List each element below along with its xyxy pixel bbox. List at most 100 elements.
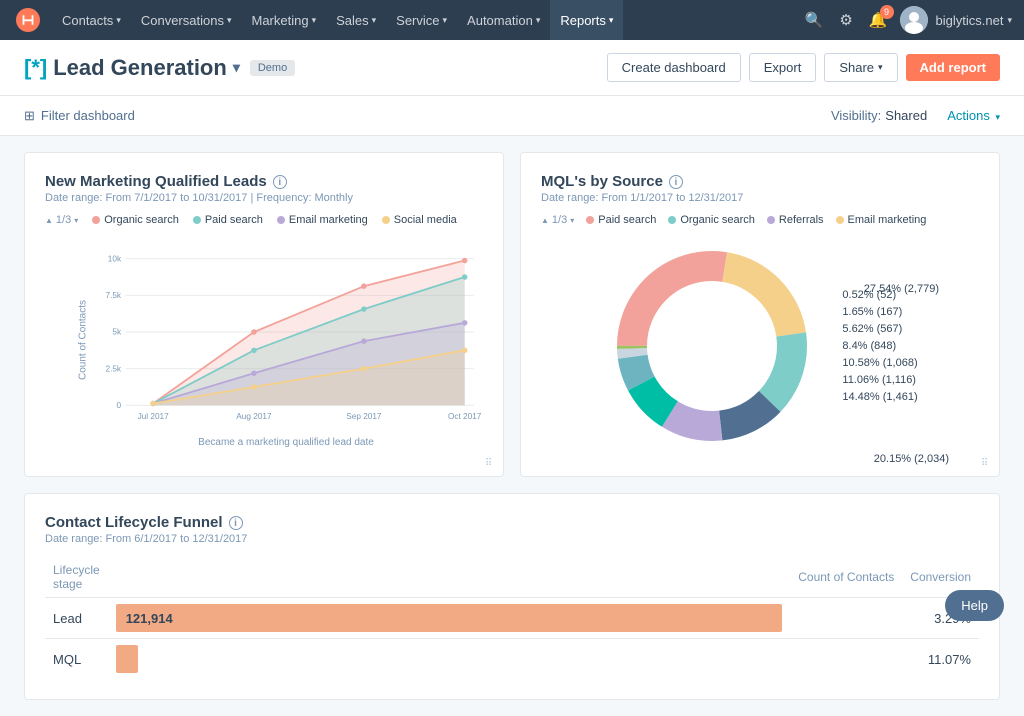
legend-paid-search: Paid search bbox=[586, 214, 656, 226]
donut-label-7: 14.48% (1,461) bbox=[842, 391, 917, 403]
export-button[interactable]: Export bbox=[749, 53, 817, 82]
actions-chevron-icon: ▾ bbox=[995, 112, 1000, 122]
funnel-title: Contact Lifecycle Funnel i bbox=[45, 514, 979, 531]
funnel-subtitle: Date range: From 6/1/2017 to 12/31/2017 bbox=[45, 533, 979, 545]
share-chevron-icon: ▾ bbox=[878, 62, 883, 73]
mql-source-info-icon[interactable]: i bbox=[669, 175, 683, 189]
svg-text:2.5k: 2.5k bbox=[105, 364, 121, 373]
dashboard: New Marketing Qualified Leads i Date ran… bbox=[0, 136, 1024, 716]
legend-email-marketing: Email marketing bbox=[836, 214, 927, 226]
svg-text:7.5k: 7.5k bbox=[105, 291, 121, 300]
demo-badge: Demo bbox=[250, 60, 295, 76]
nav-item-contacts[interactable]: Contacts▾ bbox=[52, 0, 131, 40]
x-axis-label: Became a marketing qualified lead date bbox=[89, 437, 483, 448]
donut-label-5: 10.58% (1,068) bbox=[842, 357, 917, 369]
legend-item-organic: Organic search bbox=[92, 214, 179, 226]
sort-control[interactable]: ▲ 1/3 ▾ bbox=[45, 214, 78, 226]
topnav-right: 🔍 ⚙ 🔔 9 biglytics.net ▾ bbox=[801, 6, 1012, 34]
donut-label-3: 5.62% (567) bbox=[842, 323, 917, 335]
svg-text:Jul 2017: Jul 2017 bbox=[138, 412, 170, 421]
svg-text:Sep 2017: Sep 2017 bbox=[346, 412, 382, 421]
mqls-info-icon[interactable]: i bbox=[273, 175, 287, 189]
funnel-empty-mql bbox=[790, 639, 902, 680]
funnel-info-icon[interactable]: i bbox=[229, 516, 243, 530]
funnel-bar-cell-lead: 121,914 bbox=[108, 598, 791, 639]
nav-item-marketing[interactable]: Marketing▾ bbox=[241, 0, 326, 40]
hubspot-logo[interactable] bbox=[12, 4, 44, 36]
mqls-chart-area: Count of Contacts 10k 7.5k 5k 2.5k 0 Jul… bbox=[45, 232, 483, 448]
user-menu[interactable]: biglytics.net ▾ bbox=[936, 13, 1012, 28]
svg-text:5k: 5k bbox=[112, 328, 122, 337]
funnel-row-lead: Lead 121,914 3.29% bbox=[45, 598, 979, 639]
funnel-row-mql: MQL 11.07% bbox=[45, 639, 979, 680]
filter-icon: ⊞ bbox=[24, 108, 35, 124]
lifecycle-label-mql: MQL bbox=[45, 639, 108, 680]
settings-icon[interactable]: ⚙ bbox=[835, 7, 856, 33]
page-title-area: [*] Lead Generation ▾ Demo bbox=[24, 55, 295, 81]
mqls-legend: ▲ 1/3 ▾ Organic search Paid search Email… bbox=[45, 214, 483, 226]
nav-items: Contacts▾ Conversations▾ Marketing▾ Sale… bbox=[52, 0, 801, 40]
svg-text:Aug 2017: Aug 2017 bbox=[236, 412, 272, 421]
mql-source-title: MQL's by Source i bbox=[541, 173, 979, 190]
legend-item-social: Social media bbox=[382, 214, 457, 226]
nav-item-service[interactable]: Service▾ bbox=[386, 0, 457, 40]
resize-handle-source[interactable]: ⠿ bbox=[981, 458, 993, 470]
donut-outer-label-right-top: 27.54% (2,779) bbox=[864, 283, 939, 295]
legend-organic-search: Organic search bbox=[668, 214, 755, 226]
legend-referrals: Referrals bbox=[767, 214, 824, 226]
mql-source-legend: ▲1/3▾ Paid search Organic search Referra… bbox=[541, 214, 979, 226]
legend-item-email: Email marketing bbox=[277, 214, 368, 226]
donut-label-2: 1.65% (167) bbox=[842, 306, 917, 318]
mqls-card: New Marketing Qualified Leads i Date ran… bbox=[24, 152, 504, 477]
col-count-label: Count of Contacts bbox=[790, 557, 902, 598]
legend-item-paid: Paid search bbox=[193, 214, 263, 226]
user-avatar[interactable] bbox=[900, 6, 928, 34]
svg-text:0: 0 bbox=[116, 401, 121, 410]
nav-item-sales[interactable]: Sales▾ bbox=[326, 0, 386, 40]
notifications-icon[interactable]: 🔔 9 bbox=[865, 7, 892, 33]
title-main: Lead Generation bbox=[53, 55, 227, 81]
lifecycle-label-lead: Lead bbox=[45, 598, 108, 639]
funnel-bar-lead: 121,914 bbox=[116, 604, 783, 632]
donut-chart-area: 0.52% (52) 1.65% (167) 5.62% (567) 8.4% … bbox=[541, 236, 979, 456]
donut-outer-label-right-mid: 20.15% (2,034) bbox=[874, 453, 949, 465]
funnel-empty-lead bbox=[790, 598, 902, 639]
help-button[interactable]: Help bbox=[945, 590, 1004, 621]
page-header: [*] Lead Generation ▾ Demo Create dashbo… bbox=[0, 40, 1024, 96]
col-count bbox=[108, 557, 791, 598]
nav-item-reports[interactable]: Reports▾ bbox=[550, 0, 623, 40]
page-actions: Create dashboard Export Share ▾ Add repo… bbox=[607, 53, 1000, 82]
title-dropdown-icon[interactable]: ▾ bbox=[233, 59, 240, 76]
user-chevron-icon: ▾ bbox=[1007, 15, 1012, 26]
mql-source-subtitle: Date range: From 1/1/2017 to 12/31/2017 bbox=[541, 192, 979, 204]
funnel-table: Lifecycle stage Count of Contacts Conver… bbox=[45, 557, 979, 679]
resize-handle[interactable]: ⠿ bbox=[485, 458, 497, 470]
funnel-bar-cell-mql bbox=[108, 639, 791, 680]
visibility-area: Visibility: Shared Actions ▾ bbox=[831, 108, 1000, 123]
nav-item-automation[interactable]: Automation▾ bbox=[457, 0, 550, 40]
top-nav: Contacts▾ Conversations▾ Marketing▾ Sale… bbox=[0, 0, 1024, 40]
donut-labels: 0.52% (52) 1.65% (167) 5.62% (567) 8.4% … bbox=[842, 289, 917, 403]
mql-source-card: MQL's by Source i Date range: From 1/1/2… bbox=[520, 152, 1000, 477]
sort-control-source[interactable]: ▲1/3▾ bbox=[541, 214, 574, 226]
nav-item-conversations[interactable]: Conversations▾ bbox=[131, 0, 242, 40]
search-icon[interactable]: 🔍 bbox=[801, 7, 828, 33]
title-bracket: [*] bbox=[24, 55, 47, 81]
create-dashboard-button[interactable]: Create dashboard bbox=[607, 53, 741, 82]
col-lifecycle: Lifecycle stage bbox=[45, 557, 108, 598]
funnel-card: Contact Lifecycle Funnel i Date range: F… bbox=[24, 493, 1000, 700]
y-axis-label: Count of Contacts bbox=[78, 300, 89, 380]
dashboard-row-1: New Marketing Qualified Leads i Date ran… bbox=[24, 152, 1000, 477]
funnel-conversion-mql: 11.07% bbox=[902, 639, 979, 680]
notif-badge: 9 bbox=[880, 5, 894, 19]
donut-label-4: 8.4% (848) bbox=[842, 340, 917, 352]
filter-dashboard-button[interactable]: ⊞ Filter dashboard bbox=[24, 108, 135, 124]
funnel-bar-mql bbox=[116, 645, 138, 673]
svg-text:Oct 2017: Oct 2017 bbox=[448, 412, 482, 421]
page-title: [*] Lead Generation ▾ bbox=[24, 55, 240, 81]
actions-button[interactable]: Actions ▾ bbox=[947, 108, 1000, 123]
share-button[interactable]: Share ▾ bbox=[824, 53, 897, 82]
funnel-bar-value-lead: 121,914 bbox=[126, 611, 173, 626]
filter-bar: ⊞ Filter dashboard Visibility: Shared Ac… bbox=[0, 96, 1024, 136]
add-report-button[interactable]: Add report bbox=[906, 54, 1000, 81]
